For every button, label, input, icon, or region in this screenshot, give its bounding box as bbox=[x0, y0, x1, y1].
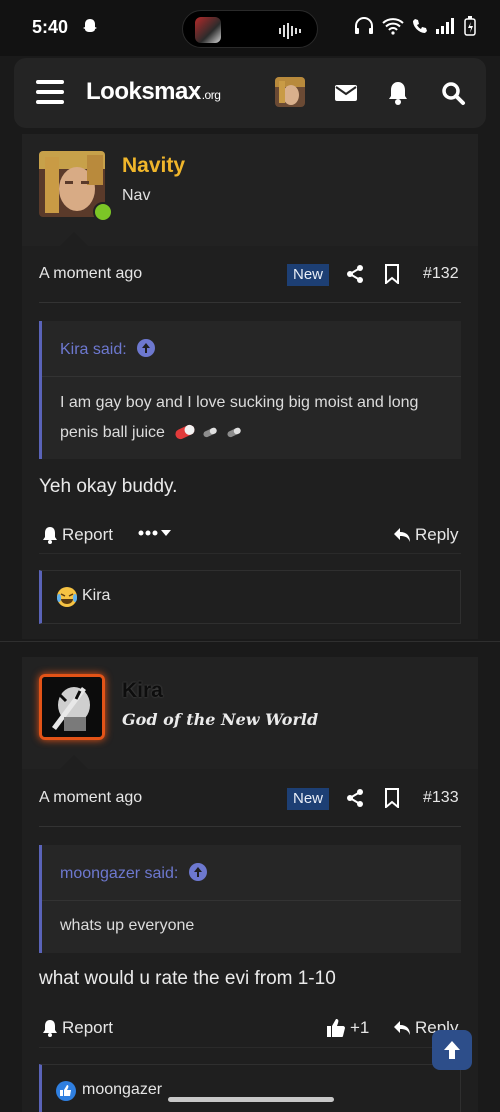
post-separator bbox=[0, 641, 500, 642]
home-indicator[interactable] bbox=[168, 1097, 334, 1102]
like-reaction-icon bbox=[56, 1081, 76, 1101]
online-status-indicator bbox=[93, 202, 113, 222]
post-number[interactable]: #133 bbox=[423, 789, 459, 807]
post-user-block: Navity Nav bbox=[22, 134, 478, 246]
report-button[interactable]: Report bbox=[42, 1018, 113, 1038]
hamburger-icon[interactable] bbox=[36, 80, 64, 104]
post-time[interactable]: A moment ago bbox=[39, 789, 142, 807]
quote-block: moongazer said: whats up everyone bbox=[39, 845, 461, 953]
jump-to-quote-icon[interactable] bbox=[137, 339, 156, 357]
quote-author[interactable]: moongazer said: bbox=[60, 863, 207, 883]
like-button[interactable]: +1 bbox=[326, 1018, 369, 1038]
bookmark-icon[interactable] bbox=[384, 264, 400, 284]
signal-icon bbox=[436, 18, 454, 34]
audio-wave-icon bbox=[279, 23, 301, 39]
new-badge: New bbox=[287, 788, 330, 810]
post-message: what would u rate the evi from 1-10 bbox=[39, 968, 336, 989]
divider bbox=[39, 302, 461, 303]
username[interactable]: Kira bbox=[122, 679, 163, 703]
quote-text: I am gay boy and I love sucking big mois… bbox=[60, 394, 419, 441]
reaction-users[interactable]: Kira bbox=[82, 587, 110, 605]
reply-button[interactable]: Reply bbox=[393, 525, 458, 545]
report-button[interactable]: Report bbox=[42, 525, 113, 545]
headphones-icon bbox=[355, 17, 373, 34]
avatar[interactable] bbox=[39, 674, 105, 740]
reaction-users[interactable]: moongazer bbox=[82, 1081, 162, 1099]
reply-icon bbox=[394, 528, 410, 542]
more-options-menu[interactable] bbox=[137, 525, 177, 541]
user-block-pointer bbox=[60, 755, 88, 769]
status-bar: 5:40 bbox=[0, 0, 500, 56]
post-time[interactable]: A moment ago bbox=[39, 265, 142, 283]
wifi-call-icon bbox=[413, 19, 427, 33]
site-header: Looksmax.org bbox=[14, 58, 486, 128]
jump-to-quote-icon[interactable] bbox=[188, 863, 207, 881]
mail-icon[interactable] bbox=[333, 80, 359, 106]
search-icon[interactable] bbox=[440, 80, 466, 106]
arrow-up-icon bbox=[444, 1041, 460, 1059]
new-badge: New bbox=[287, 264, 330, 286]
share-icon[interactable] bbox=[345, 788, 365, 808]
quote-block: Kira said: I am gay boy and I love sucki… bbox=[39, 321, 461, 459]
bell-icon[interactable] bbox=[385, 80, 411, 106]
site-logo[interactable]: Looksmax.org bbox=[86, 78, 221, 106]
bell-icon bbox=[43, 1020, 57, 1037]
share-icon[interactable] bbox=[345, 264, 365, 284]
bookmark-icon[interactable] bbox=[384, 788, 400, 808]
reactions-bar[interactable]: moongazer bbox=[39, 1064, 461, 1112]
wifi-icon bbox=[382, 18, 404, 35]
dynamic-island[interactable] bbox=[182, 10, 318, 48]
scroll-to-top-button[interactable] bbox=[432, 1030, 472, 1070]
media-thumbnail bbox=[195, 17, 221, 43]
status-time: 5:40 bbox=[32, 17, 69, 37]
reply-icon bbox=[394, 1021, 410, 1035]
bell-icon bbox=[43, 527, 57, 544]
pill-emoji-icon bbox=[175, 424, 242, 440]
more-options-icon bbox=[138, 530, 171, 536]
post-number[interactable]: #132 bbox=[423, 265, 459, 283]
user-block-pointer bbox=[60, 232, 88, 246]
account-avatar[interactable] bbox=[275, 77, 305, 107]
system-icons bbox=[354, 16, 476, 36]
reactions-bar[interactable]: Kira bbox=[39, 570, 461, 624]
snapchat-icon bbox=[83, 19, 97, 32]
user-title: God of the New World bbox=[122, 710, 319, 729]
battery-icon bbox=[464, 16, 476, 36]
user-title: Nav bbox=[122, 187, 151, 204]
post-user-block: Kira God of the New World bbox=[22, 657, 478, 769]
quote-text: whats up everyone bbox=[60, 917, 195, 934]
quote-author[interactable]: Kira said: bbox=[60, 339, 156, 359]
laughing-crying-emoji-icon bbox=[57, 587, 77, 607]
thumbs-up-icon bbox=[327, 1019, 345, 1037]
post-message: Yeh okay buddy. bbox=[39, 476, 178, 497]
divider bbox=[39, 826, 461, 827]
username[interactable]: Navity bbox=[122, 154, 185, 178]
